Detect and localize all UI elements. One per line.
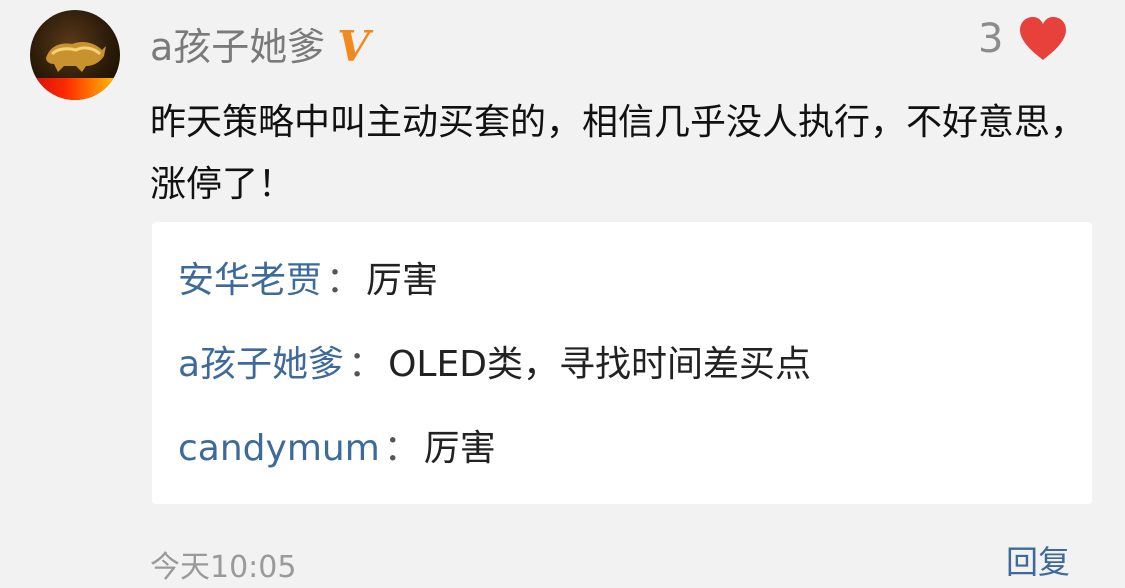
heart-icon[interactable]	[1018, 16, 1068, 62]
bull-icon	[46, 42, 106, 72]
reply-text: OLED类，寻找时间差买点	[388, 344, 811, 385]
like-count: 3	[978, 16, 1004, 62]
reply-separator: ：	[326, 260, 363, 301]
reply-item: candymum：厉害	[178, 423, 496, 475]
reply-author[interactable]: candymum	[178, 428, 380, 469]
verified-badge: V	[337, 22, 370, 71]
username-text[interactable]: a孩子她爹	[150, 22, 325, 72]
reply-button[interactable]: 回复	[1006, 542, 1070, 582]
avatar-band	[30, 78, 120, 100]
reply-item: a孩子她爹： OLED类，寻找时间差买点	[178, 339, 811, 391]
reply-text: 厉害	[366, 260, 439, 301]
comment-timestamp: 今天10:05	[150, 550, 297, 585]
comment-author[interactable]: a孩子她爹 V	[150, 22, 370, 72]
replies-box: 安华老贾：厉害 a孩子她爹： OLED类，寻找时间差买点 candymum：厉害	[152, 222, 1092, 504]
reply-author[interactable]: a孩子她爹	[178, 344, 344, 385]
reply-separator: ：	[348, 344, 385, 385]
reply-item: 安华老贾：厉害	[178, 255, 438, 307]
reply-separator: ：	[383, 428, 420, 469]
reply-author[interactable]: 安华老贾	[178, 260, 322, 301]
reply-text: 厉害	[423, 428, 496, 469]
comment-text: 昨天策略中叫主动买套的，相信几乎没人执行，不好意思，涨停了！	[150, 102, 1087, 205]
user-avatar[interactable]	[30, 10, 120, 100]
